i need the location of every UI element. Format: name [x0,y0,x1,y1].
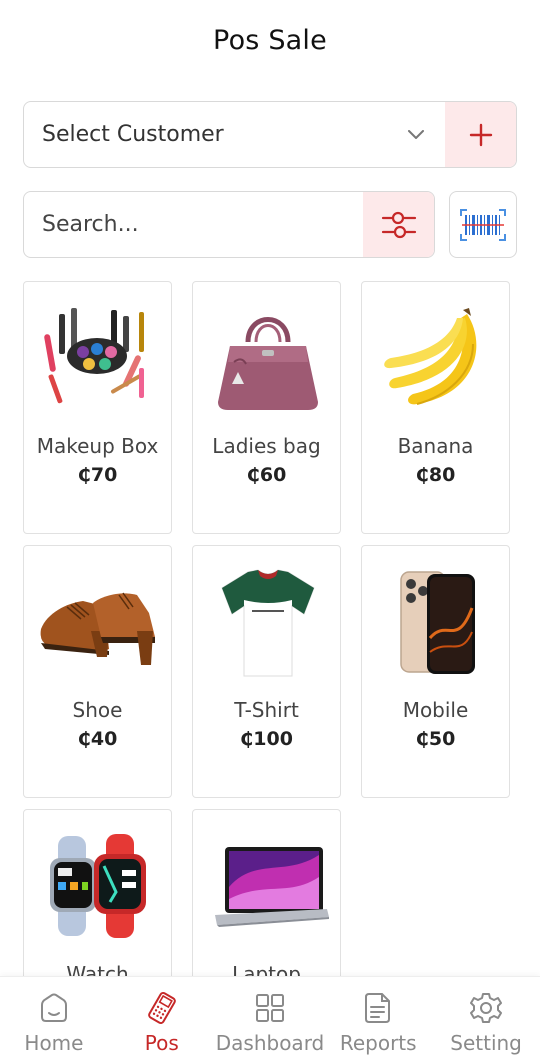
nav-item-setting[interactable]: Setting [432,977,540,1064]
banana-image [372,294,501,424]
product-card[interactable]: Shoe ₵40 [23,545,172,798]
product-card[interactable]: Laptop [192,809,341,976]
barcode-scanner-icon [460,208,506,241]
nav-label: Home [24,1031,84,1055]
product-name: Shoe [72,698,123,722]
nav-item-dashboard[interactable]: Dashboard [215,977,325,1064]
watch-image [34,822,163,952]
product-price: ₵60 [246,464,287,486]
filter-button[interactable] [363,192,434,257]
search-bar [23,191,435,258]
product-name: Watch [66,962,129,976]
product-name: Laptop [232,962,301,976]
product-price: ₵40 [77,728,118,750]
dashboard-grid-icon [256,994,284,1022]
product-name: Makeup Box [36,434,159,458]
add-customer-button[interactable] [445,102,516,167]
pos-terminal-icon [147,991,176,1025]
customer-select-dropdown[interactable]: Select Customer [24,102,445,167]
nav-label: Pos [144,1031,179,1055]
mobile-image [372,558,501,688]
nav-item-pos[interactable]: Pos [108,977,216,1064]
product-price: ₵70 [77,464,118,486]
product-price: ₵50 [415,728,456,750]
nav-label: Setting [450,1031,522,1055]
product-card[interactable]: Mobile ₵50 [361,545,510,798]
filter-sliders-icon [381,211,416,238]
nav-item-reports[interactable]: Reports [324,977,432,1064]
makeup-box-image [34,294,163,424]
product-grid: Makeup Box ₵70 Ladies bag ₵60 Banana ₵80… [22,281,510,976]
nav-item-home[interactable]: Home [0,977,108,1064]
product-card[interactable]: Ladies bag ₵60 [192,281,341,534]
product-card[interactable]: Watch [23,809,172,976]
product-name: T-Shirt [234,698,299,722]
product-name: Banana [397,434,474,458]
product-price: ₵100 [240,728,293,750]
settings-gear-icon [470,993,503,1023]
chevron-down-icon [407,126,425,144]
product-card[interactable]: Banana ₵80 [361,281,510,534]
search-input[interactable] [24,192,363,257]
tshirt-image [203,558,332,688]
reports-document-icon [365,993,391,1023]
page-title: Pos Sale [213,24,327,56]
product-price: ₵80 [415,464,456,486]
nav-label: Dashboard [215,1031,325,1055]
product-card[interactable]: Makeup Box ₵70 [23,281,172,534]
nav-label: Reports [339,1031,417,1055]
shoe-image [34,558,163,688]
customer-select-label: Select Customer [42,122,224,147]
laptop-image [203,822,332,952]
customer-select-row: Select Customer [23,101,517,168]
plus-icon [469,123,492,146]
product-card[interactable]: T-Shirt ₵100 [192,545,341,798]
app-header: Pos Sale [0,0,540,80]
product-name: Mobile [402,698,469,722]
home-icon [40,993,67,1022]
handbag-image [203,294,332,424]
product-name: Ladies bag [212,434,321,458]
bottom-navigation: Home Pos Dashboard Reports Setting [0,976,540,1064]
barcode-scan-button[interactable] [449,191,517,258]
